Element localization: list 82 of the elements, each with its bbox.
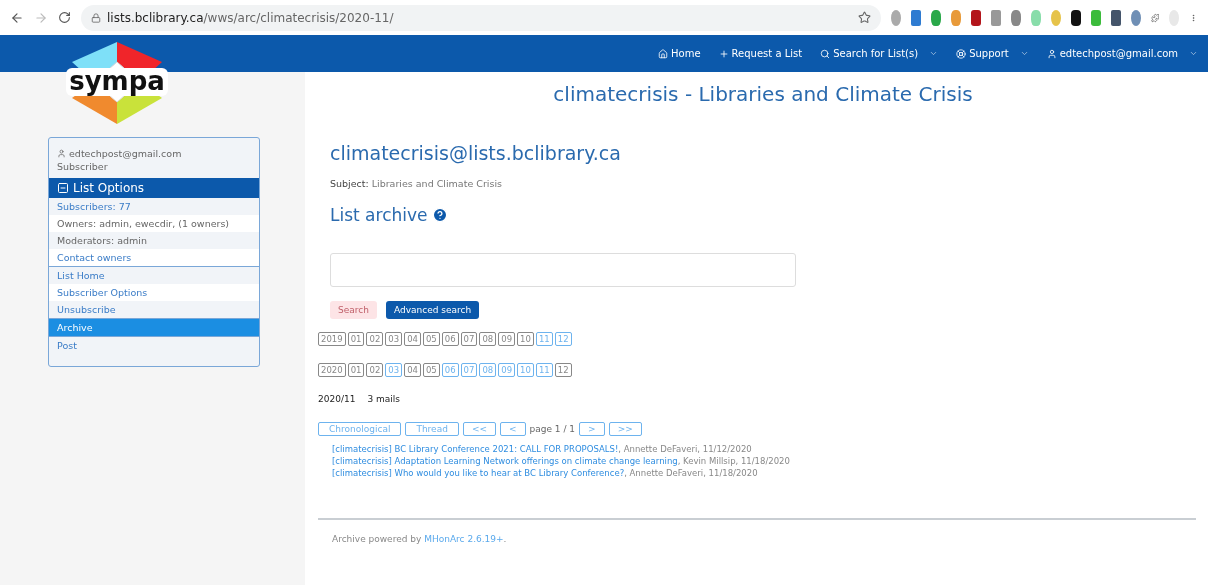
month-link[interactable]: 08 bbox=[479, 332, 497, 346]
nav-link[interactable]: Search for List(s) bbox=[820, 48, 939, 59]
address-bar[interactable]: lists.bclibrary.ca/wws/arc/climatecrisis/2020-11/ bbox=[81, 4, 881, 31]
plus-icon bbox=[718, 48, 729, 59]
user-icon bbox=[1046, 48, 1057, 59]
month-link[interactable]: 10 bbox=[517, 363, 534, 377]
caret-icon bbox=[1189, 49, 1198, 58]
month-link[interactable]: 05 bbox=[422, 332, 440, 346]
month-link[interactable]: 12 bbox=[554, 363, 572, 377]
url-text: lists.bclibrary.ca/wws/arc/climatecrisis/2020-11/ bbox=[107, 10, 394, 25]
subject-text: Subject: Libraries and Climate Crisis bbox=[330, 178, 503, 189]
search-field[interactable] bbox=[330, 253, 796, 287]
prev-page-button[interactable]: < bbox=[500, 422, 526, 436]
last-page-button[interactable]: >> bbox=[608, 422, 642, 436]
help-icon[interactable] bbox=[431, 207, 448, 223]
message-link[interactable]: [climatecrisis] BC Library Conference 2021: CALL FOR PROPOSALS! bbox=[332, 444, 619, 454]
message-entry: [climatecrisis] Who would you like to hear at BC Library Conference?, Annette DeFaveri, 11/18/2020 bbox=[332, 468, 759, 478]
month-link[interactable]: 06 bbox=[441, 332, 459, 346]
month-link[interactable]: 05 bbox=[422, 363, 440, 377]
home-icon bbox=[658, 48, 669, 59]
sidebar-info: Owners: admin, ewecdir, (1 owners) bbox=[49, 215, 259, 232]
month-link[interactable]: 06 bbox=[441, 363, 459, 377]
month-link[interactable]: 09 bbox=[498, 332, 516, 346]
nav-link[interactable]: Home bbox=[658, 48, 701, 59]
caret-icon bbox=[929, 49, 939, 58]
month-link[interactable]: 03 bbox=[385, 332, 403, 346]
month-link[interactable]: 10 bbox=[517, 332, 534, 346]
extension-icon[interactable] bbox=[1110, 9, 1121, 26]
first-page-button[interactable]: << bbox=[462, 422, 496, 436]
mail-count: 3 mails bbox=[367, 394, 400, 404]
forward-button[interactable] bbox=[34, 10, 48, 25]
month-link[interactable]: 11 bbox=[535, 332, 553, 346]
month-link[interactable]: 02 bbox=[366, 363, 384, 377]
next-page-button[interactable]: > bbox=[579, 422, 605, 436]
view-button[interactable]: Thread bbox=[405, 422, 459, 436]
month-link[interactable]: 04 bbox=[404, 363, 421, 377]
user-icon bbox=[57, 149, 66, 158]
archive-title: List archive bbox=[330, 205, 428, 225]
month-link[interactable]: 07 bbox=[460, 363, 478, 377]
list-options-header: List Options bbox=[49, 178, 259, 198]
message-link[interactable]: [climatecrisis] Adaptation Learning Network offerings on climate change learning bbox=[332, 456, 678, 466]
reload-button[interactable] bbox=[58, 11, 71, 24]
message-link[interactable]: [climatecrisis] Who would you like to hear at BC Library Conference? bbox=[332, 468, 625, 478]
caret-icon bbox=[1019, 49, 1029, 58]
sidebar-item[interactable]: Archive bbox=[49, 318, 259, 336]
footer-link[interactable]: MHonArc 2.6.19+ bbox=[424, 534, 504, 544]
year-link[interactable]: 2020 bbox=[318, 363, 346, 377]
user-role: Subscriber bbox=[57, 161, 109, 172]
list-address: climatecrisis@lists.bclibrary.ca bbox=[330, 142, 622, 164]
month-link[interactable]: 07 bbox=[460, 332, 478, 346]
message-entry: [climatecrisis] Adaptation Learning Network offerings on climate change learning, Kevin Millsip, 11/18/2020 bbox=[332, 456, 791, 466]
back-button[interactable] bbox=[10, 10, 24, 25]
month-link[interactable]: 08 bbox=[479, 363, 497, 377]
extension-icon[interactable] bbox=[1070, 9, 1081, 26]
advanced-search-button[interactable]: Advanced search bbox=[385, 301, 480, 319]
lifebuoy-icon bbox=[956, 48, 967, 59]
search-icon bbox=[820, 48, 831, 59]
nav-link[interactable]: edtechpost@gmail.com bbox=[1046, 48, 1198, 59]
month-link[interactable]: 02 bbox=[366, 332, 384, 346]
message-entry: [climatecrisis] BC Library Conference 2021: CALL FOR PROPOSALS!, Annette DeFaveri, 11/12/2020 bbox=[332, 444, 753, 454]
bookmark-star-icon[interactable] bbox=[858, 11, 871, 24]
month-link[interactable]: 01 bbox=[347, 332, 365, 346]
month-link[interactable]: 11 bbox=[535, 363, 553, 377]
month-link[interactable]: 04 bbox=[404, 332, 421, 346]
year-link[interactable]: 2019 bbox=[318, 332, 346, 346]
month-link[interactable]: 03 bbox=[385, 363, 403, 377]
view-button[interactable]: Chronological bbox=[318, 422, 402, 436]
month-link[interactable]: 01 bbox=[347, 363, 365, 377]
page-indicator: page 1 / 1 bbox=[529, 424, 576, 434]
nav-link[interactable]: Request a List bbox=[718, 48, 803, 59]
user-email: edtechpost@gmail.com bbox=[69, 148, 182, 159]
collapse-icon[interactable] bbox=[57, 182, 69, 194]
page-title: climatecrisis - Libraries and Climate Crisis bbox=[552, 82, 974, 106]
extension-icon[interactable] bbox=[970, 9, 981, 26]
lock-icon bbox=[91, 12, 101, 23]
month-link[interactable]: 12 bbox=[554, 332, 572, 346]
month-link[interactable]: 09 bbox=[498, 363, 516, 377]
footer-text: Archive powered by MHonArc 2.6.19+. bbox=[318, 518, 1196, 544]
sidebar-item[interactable]: Subscriber Options bbox=[49, 284, 259, 301]
period-label: 2020/11 bbox=[318, 394, 356, 404]
sidebar-link[interactable]: Contact owners bbox=[49, 249, 259, 266]
nav-link[interactable]: Support bbox=[956, 48, 1029, 59]
